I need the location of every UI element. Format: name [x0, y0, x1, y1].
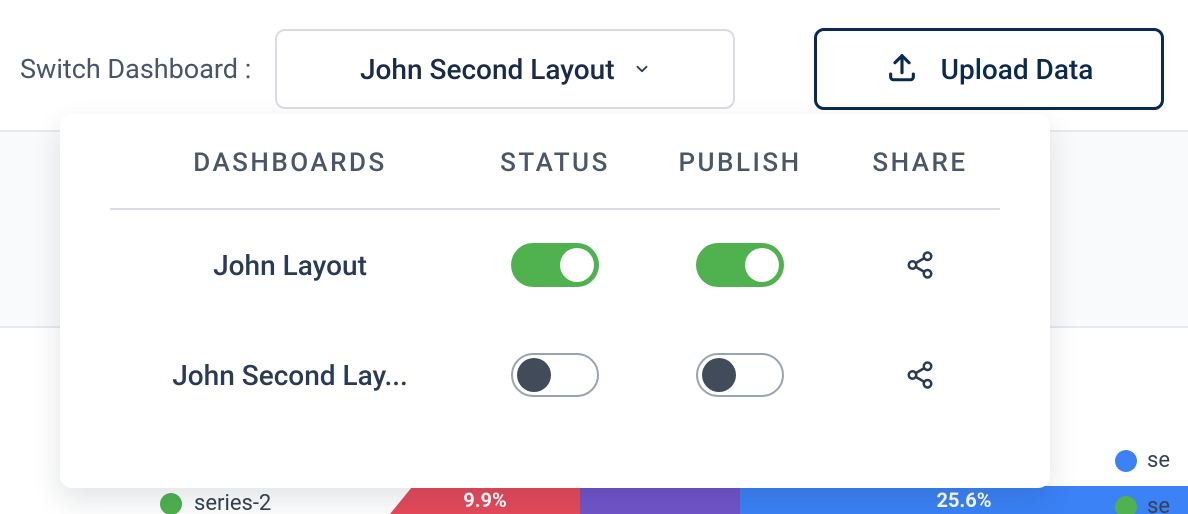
- share-icon[interactable]: [903, 358, 937, 392]
- publish-toggle[interactable]: [696, 353, 784, 397]
- legend-label-2: se: [1147, 494, 1170, 514]
- chart-bar-fragment: 9.9% 25.6%: [390, 486, 1188, 514]
- col-header-status: STATUS: [470, 148, 640, 178]
- upload-data-button[interactable]: Upload Data: [814, 28, 1164, 110]
- legend-dot-green-2: [1115, 496, 1137, 514]
- col-header-dashboards: DASHBOARDS: [110, 148, 470, 178]
- dashboard-selector[interactable]: John Second Layout: [275, 29, 735, 109]
- legend-dot-green: [160, 493, 182, 514]
- dashboard-selector-value: John Second Layout: [360, 53, 615, 86]
- toggle-knob: [560, 248, 594, 282]
- toggle-knob: [517, 358, 551, 392]
- panel-header-row: DASHBOARDS STATUS PUBLISH SHARE: [110, 148, 1000, 210]
- toggle-knob: [702, 358, 736, 392]
- upload-icon: [885, 50, 919, 88]
- dashboard-row-name[interactable]: John Second Lay...: [110, 359, 470, 392]
- switch-dashboard-label: Switch Dashboard :: [20, 53, 251, 85]
- legend-series2-label: series-2: [194, 491, 271, 514]
- dashboard-row: John Second Lay...: [110, 320, 1000, 430]
- upload-data-label: Upload Data: [941, 53, 1094, 86]
- dashboard-row: John Layout: [110, 210, 1000, 320]
- share-icon[interactable]: [903, 248, 937, 282]
- dashboard-dropdown-panel: DASHBOARDS STATUS PUBLISH SHARE John Lay…: [60, 114, 1050, 488]
- legend-dot-blue: [1115, 450, 1137, 472]
- legend-item-1: se: [1115, 448, 1170, 473]
- chart-segment-purple: [580, 486, 740, 514]
- publish-toggle[interactable]: [696, 243, 784, 287]
- toggle-knob: [745, 248, 779, 282]
- chart-segment-red: 9.9%: [390, 486, 580, 514]
- dashboard-row-name[interactable]: John Layout: [110, 249, 470, 282]
- legend-label-1: se: [1147, 448, 1170, 473]
- legend-item-2: se: [1115, 494, 1170, 514]
- chevron-down-icon: [633, 60, 651, 78]
- status-toggle[interactable]: [511, 353, 599, 397]
- col-header-share: SHARE: [840, 148, 1000, 178]
- status-toggle[interactable]: [511, 243, 599, 287]
- col-header-publish: PUBLISH: [640, 148, 840, 178]
- legend-series2-fragment: series-2: [160, 491, 271, 514]
